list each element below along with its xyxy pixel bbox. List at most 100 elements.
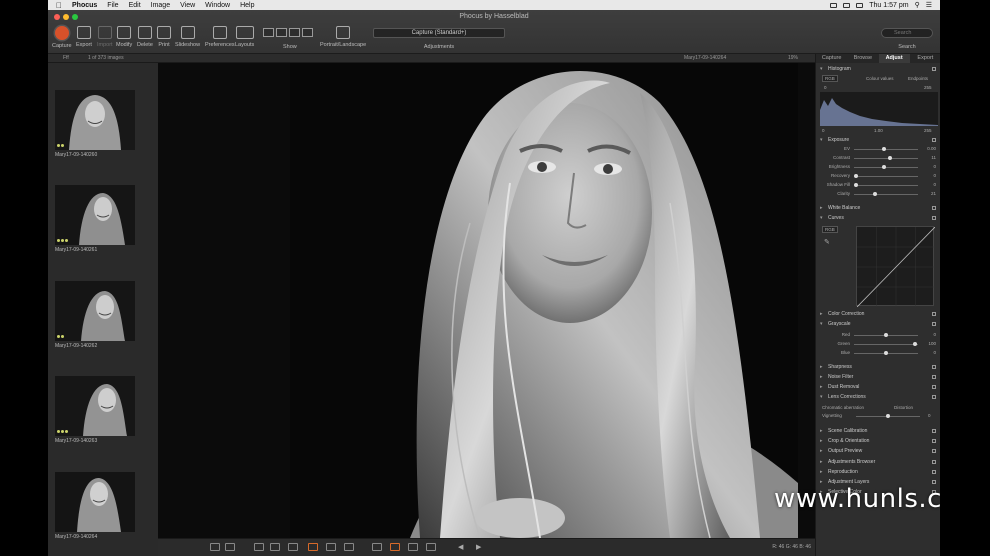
show-mode-2[interactable] [276, 28, 287, 37]
grayscale-slider-track[interactable] [854, 344, 918, 345]
exposure-slider-value[interactable]: 0 [922, 163, 936, 171]
exposure-section[interactable]: ▾ Exposure [820, 136, 936, 144]
compare-view-icon[interactable] [225, 543, 235, 551]
eyedropper-icon[interactable]: ✎ [824, 238, 830, 246]
colour-values-checkbox[interactable]: Colour values [866, 75, 894, 82]
tab-adjust[interactable]: Adjust [878, 54, 910, 63]
volume-icon[interactable] [856, 2, 864, 8]
distortion-checkbox[interactable]: Distortion [894, 404, 913, 411]
histogram-black-point[interactable]: 0 [822, 127, 825, 134]
slideshow-button[interactable]: Slideshow [175, 26, 200, 48]
curves-section[interactable]: ▾ Curves [820, 214, 936, 222]
exposure-slider-track[interactable] [854, 176, 918, 177]
thumbnail-2[interactable] [55, 185, 135, 245]
section-toggle-icon[interactable] [932, 67, 936, 71]
grayscale-slider-row[interactable]: Red 0 [820, 331, 936, 339]
menu-app[interactable]: Phocus [72, 2, 97, 9]
portrait-landscape-button[interactable]: Portrait/Landscape [320, 26, 366, 48]
show-mode-1[interactable] [263, 28, 274, 37]
hand-tool-icon[interactable] [326, 543, 336, 551]
thumbnail-3[interactable] [55, 281, 135, 341]
noise-filter-section[interactable]: ▸ Noise Filter [820, 373, 936, 381]
color-correction-section[interactable]: ▸ Color Correction [820, 310, 936, 318]
sharpness-section[interactable]: ▸ Sharpness [820, 363, 936, 371]
export-button[interactable]: Export [76, 26, 92, 48]
apple-menu-icon[interactable]:  [56, 1, 62, 10]
thumbnail-1[interactable] [55, 90, 135, 150]
section-toggle-icon[interactable] [932, 469, 936, 474]
exposure-slider-track[interactable] [854, 158, 918, 159]
vignetting-slider-knob[interactable] [886, 414, 890, 418]
histogram-white-point[interactable]: 255 [924, 127, 932, 134]
exposure-slider-track[interactable] [854, 194, 918, 195]
grayscale-slider-row[interactable]: Green 100 [820, 340, 936, 348]
spotlight-icon[interactable]: ⚲ [915, 1, 920, 9]
exposure-slider-knob[interactable] [854, 183, 858, 187]
show-mode-3[interactable] [289, 28, 300, 37]
search-input[interactable]: Search [881, 28, 933, 38]
grayscale-slider-value[interactable]: 100 [922, 340, 936, 348]
layouts-button[interactable]: Layouts [235, 26, 254, 48]
print-button[interactable]: Print [157, 26, 171, 48]
menu-window[interactable]: Window [205, 2, 230, 9]
section-toggle-icon[interactable] [932, 459, 936, 464]
exposure-slider-value[interactable]: 0.00 [922, 145, 936, 153]
modify-button[interactable]: Modify [116, 26, 132, 48]
chromatic-aberration-checkbox[interactable]: Chromatic aberration [822, 404, 864, 411]
grayscale-slider-value[interactable]: 0 [922, 331, 936, 339]
section-reproduction[interactable]: ▸ Reproduction [820, 468, 936, 476]
exposure-slider-knob[interactable] [881, 147, 886, 151]
import-button[interactable]: Import [97, 26, 113, 48]
exposure-slider-track[interactable] [854, 185, 918, 186]
focus-mask-icon[interactable] [390, 543, 400, 551]
section-output-preview[interactable]: ▸ Output Preview [820, 447, 936, 455]
section-crop-orientation[interactable]: ▸ Crop & Orientation [820, 437, 936, 445]
section-toggle-icon[interactable] [932, 138, 936, 142]
menubar-clock[interactable]: Thu 1:57 pm [869, 2, 908, 9]
section-toggle-icon[interactable] [932, 206, 936, 210]
vignetting-checkbox[interactable]: Vignetting [822, 412, 842, 419]
tab-export[interactable]: Export [910, 54, 940, 63]
straighten-tool-icon[interactable] [270, 543, 280, 551]
section-toggle-icon[interactable] [932, 395, 936, 399]
menu-edit[interactable]: Edit [129, 2, 141, 9]
menu-image[interactable]: Image [151, 2, 170, 9]
dust-removal-section[interactable]: ▸ Dust Removal [820, 383, 936, 391]
grayscale-slider-knob[interactable] [912, 342, 917, 346]
adjustments-select[interactable]: Capture (Standard+) [373, 28, 505, 38]
endpoints-checkbox[interactable]: Endpoints [908, 75, 928, 82]
zoom-level[interactable]: 19% [788, 55, 798, 61]
exposure-slider-knob[interactable] [872, 192, 877, 196]
histogram-graph[interactable] [820, 92, 938, 126]
grayscale-slider-row[interactable]: Blue 0 [820, 349, 936, 357]
exposure-slider-row[interactable]: Recovery 0 [820, 172, 936, 180]
section-toggle-icon[interactable] [932, 365, 936, 369]
curves-graph[interactable] [856, 226, 936, 308]
mask-overlay-icon[interactable] [426, 543, 436, 551]
preferences-button[interactable]: Preferences [205, 26, 235, 48]
tab-browse[interactable]: Browse [847, 54, 878, 63]
exposure-slider-track[interactable] [854, 167, 918, 168]
exposure-slider-row[interactable]: Shadow Fill 0 [820, 181, 936, 189]
crop-tool-icon[interactable] [254, 543, 264, 551]
section-adjustments-browser[interactable]: ▸ Adjustments Browser [820, 458, 936, 466]
loupe-tool-icon[interactable] [308, 543, 318, 551]
exposure-slider-value[interactable]: 21 [922, 190, 936, 198]
delete-button[interactable]: Delete [137, 26, 153, 48]
tab-capture[interactable]: Capture [816, 54, 847, 63]
menu-view[interactable]: View [180, 2, 195, 9]
exposure-slider-value[interactable]: 11 [922, 154, 936, 162]
grayscale-slider-knob[interactable] [883, 351, 888, 355]
menu-list-icon[interactable]: ☰ [926, 1, 932, 9]
exposure-slider-knob[interactable] [881, 165, 886, 169]
picker-tool-icon[interactable] [288, 543, 298, 551]
section-toggle-icon[interactable] [932, 429, 936, 433]
capture-button[interactable]: Capture [52, 26, 72, 49]
show-mode-4[interactable] [302, 28, 313, 37]
section-toggle-icon[interactable] [932, 322, 936, 326]
exposure-slider-knob[interactable] [854, 174, 858, 178]
wifi-icon[interactable] [843, 2, 851, 8]
exposure-slider-row[interactable]: Contrast 11 [820, 154, 936, 162]
exposure-slider-row[interactable]: EV 0.00 [820, 145, 936, 153]
section-toggle-icon[interactable] [932, 449, 936, 454]
